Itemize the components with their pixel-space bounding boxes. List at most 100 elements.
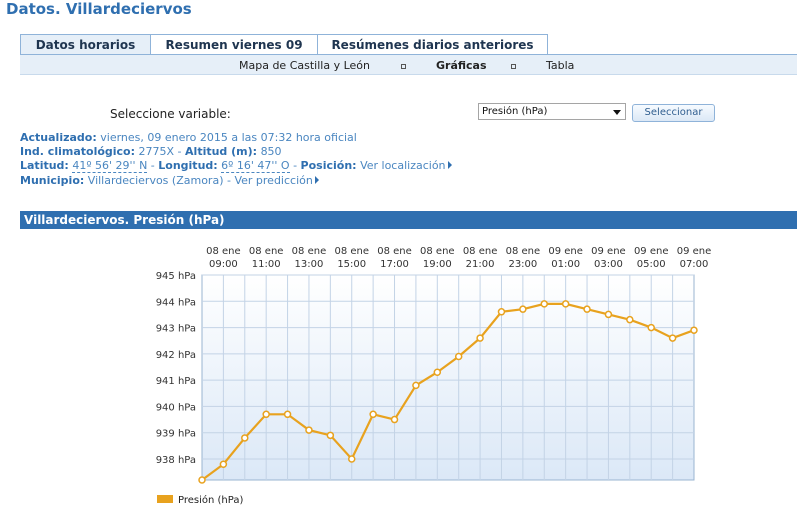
lon-label: Longitud: bbox=[158, 159, 218, 172]
ind-value: 2775X bbox=[138, 145, 175, 158]
data-point bbox=[219, 460, 228, 468]
x-tick-label-time: 03:00 bbox=[594, 259, 623, 270]
data-point bbox=[305, 426, 313, 434]
data-point bbox=[626, 315, 634, 324]
pos-label: Posición: bbox=[300, 159, 357, 172]
data-point bbox=[347, 455, 356, 463]
x-tick-label-date: 08 ene bbox=[463, 246, 498, 257]
page-title: Datos. Villardeciervos bbox=[6, 0, 192, 18]
x-tick-label-date: 08 ene bbox=[206, 246, 241, 257]
x-tick-label-date: 09 ene bbox=[634, 246, 669, 257]
x-tick-label-time: 15:00 bbox=[337, 259, 366, 270]
x-tick-label-time: 05:00 bbox=[637, 259, 666, 270]
x-tick-label-time: 17:00 bbox=[380, 259, 409, 270]
data-point bbox=[561, 300, 570, 308]
variable-select-value: Presión (hPa) bbox=[482, 106, 548, 117]
subnav-separator-icon bbox=[401, 64, 406, 69]
x-tick-label-date: 09 ene bbox=[591, 246, 626, 257]
lat-label: Latitud: bbox=[20, 159, 69, 172]
ver-prediccion-link[interactable]: Ver predicción bbox=[234, 174, 312, 187]
x-tick-label-date: 08 ene bbox=[506, 246, 541, 257]
data-point bbox=[241, 434, 249, 442]
info-coordinates: Latitud: 41º 56' 29'' N - Longitud: 6º 1… bbox=[20, 159, 452, 173]
y-tick-label: 940 hPa bbox=[156, 402, 196, 413]
x-tick-label-date: 08 ene bbox=[420, 246, 455, 257]
legend-label: Presión (hPa) bbox=[178, 494, 243, 506]
subnav-graficas-link[interactable]: Gráficas bbox=[436, 59, 487, 72]
x-tick-label-date: 08 ene bbox=[292, 246, 327, 257]
x-tick-label-time: 07:00 bbox=[680, 259, 709, 270]
x-tick-label-time: 01:00 bbox=[551, 259, 580, 270]
variable-select[interactable]: Presión (hPa) bbox=[478, 103, 626, 120]
mun-label: Municipio: bbox=[20, 174, 85, 187]
data-point bbox=[497, 308, 506, 316]
data-point bbox=[519, 305, 527, 313]
x-tick-label-time: 13:00 bbox=[295, 259, 324, 270]
data-point bbox=[604, 310, 613, 319]
y-tick-label: 939 hPa bbox=[156, 429, 196, 440]
x-tick-label-time: 21:00 bbox=[466, 259, 495, 270]
tab-datos-horarios[interactable]: Datos horarios bbox=[20, 34, 151, 55]
data-point bbox=[283, 410, 292, 419]
data-point bbox=[198, 476, 206, 484]
info-indicator: Ind. climatológico: 2775X - Altitud (m):… bbox=[20, 145, 282, 158]
y-axis-labels: 938 hPa 939 hPa 940 hPa 941 hPa 942 hPa 943 h… bbox=[156, 271, 196, 466]
y-tick-label: 942 hPa bbox=[156, 350, 196, 361]
data-point bbox=[668, 334, 677, 342]
y-tick-label: 945 hPa bbox=[156, 271, 196, 282]
alt-value: 850 bbox=[260, 145, 282, 158]
x-tick-label-date: 08 ene bbox=[249, 246, 284, 257]
y-tick-label: 943 hPa bbox=[156, 324, 196, 335]
subnav-mapa-link[interactable]: Mapa de Castilla y León bbox=[239, 59, 370, 72]
x-tick-label-date: 08 ene bbox=[334, 246, 369, 257]
lat-value: 41º 56' 29'' N bbox=[72, 159, 148, 173]
chevron-down-icon bbox=[613, 110, 621, 115]
info-updated: Actualizado: viernes, 09 enero 2015 a la… bbox=[20, 131, 357, 144]
data-point bbox=[540, 300, 549, 308]
x-tick-label-date: 09 ene bbox=[677, 246, 712, 257]
section-title: Villardeciervos. Presión (hPa) bbox=[20, 211, 797, 229]
subnav-separator-icon bbox=[511, 64, 516, 69]
mun-value: Villardeciervos (Zamora) bbox=[87, 174, 224, 187]
ind-label: Ind. climatológico: bbox=[20, 145, 136, 158]
data-point bbox=[583, 305, 591, 313]
data-point bbox=[476, 334, 484, 342]
x-tick-label-date: 09 ene bbox=[548, 246, 583, 257]
data-point bbox=[262, 410, 270, 419]
data-point bbox=[369, 410, 377, 419]
lon-value: 6º 16' 47'' O bbox=[221, 159, 290, 173]
select-button[interactable]: Seleccionar bbox=[632, 104, 715, 122]
x-axis-labels: 08 ene 09:00 08 ene 11:00 08 ene 13:00 08 ene 1… bbox=[206, 246, 711, 270]
variable-label: Seleccione variable: bbox=[110, 107, 231, 121]
updated-value: viernes, 09 enero 2015 a las 07:32 hora … bbox=[100, 131, 357, 144]
tab-resumen-viernes[interactable]: Resumen viernes 09 bbox=[150, 34, 318, 55]
data-point bbox=[647, 323, 655, 332]
alt-label: Altitud (m): bbox=[185, 145, 258, 158]
plot-area bbox=[201, 274, 695, 481]
y-tick-label: 941 hPa bbox=[156, 376, 196, 387]
x-tick-label-time: 09:00 bbox=[209, 259, 238, 270]
arrow-right-icon bbox=[447, 161, 452, 169]
data-point bbox=[690, 326, 698, 334]
subnav-tabla-link[interactable]: Tabla bbox=[546, 59, 574, 72]
ver-localizacion-link[interactable]: Ver localización bbox=[360, 159, 445, 172]
arrow-right-icon bbox=[314, 176, 319, 184]
y-tick-label: 938 hPa bbox=[156, 455, 196, 466]
info-municipality: Municipio: Villardeciervos (Zamora) - Ve… bbox=[20, 174, 319, 187]
pressure-chart: 938 hPa 939 hPa 940 hPa 941 hPa 942 hPa 943 h… bbox=[156, 246, 712, 506]
y-tick-label: 944 hPa bbox=[156, 297, 196, 308]
legend-swatch bbox=[157, 495, 173, 503]
x-tick-label-time: 11:00 bbox=[252, 259, 281, 270]
x-tick-label-time: 23:00 bbox=[508, 259, 537, 270]
x-tick-label-time: 19:00 bbox=[423, 259, 452, 270]
data-point bbox=[433, 368, 442, 376]
tab-resumenes-anteriores[interactable]: Resúmenes diarios anteriores bbox=[317, 34, 548, 55]
data-point bbox=[454, 352, 463, 361]
tab-bar: Datos horarios Resumen viernes 09 Resúme… bbox=[20, 34, 797, 55]
data-point bbox=[412, 381, 420, 390]
data-point bbox=[326, 431, 335, 440]
sub-navigation: Mapa de Castilla y León Gráficas Tabla bbox=[20, 55, 797, 75]
data-point bbox=[390, 415, 399, 424]
updated-label: Actualizado: bbox=[20, 131, 97, 144]
x-tick-label-date: 08 ene bbox=[377, 246, 412, 257]
